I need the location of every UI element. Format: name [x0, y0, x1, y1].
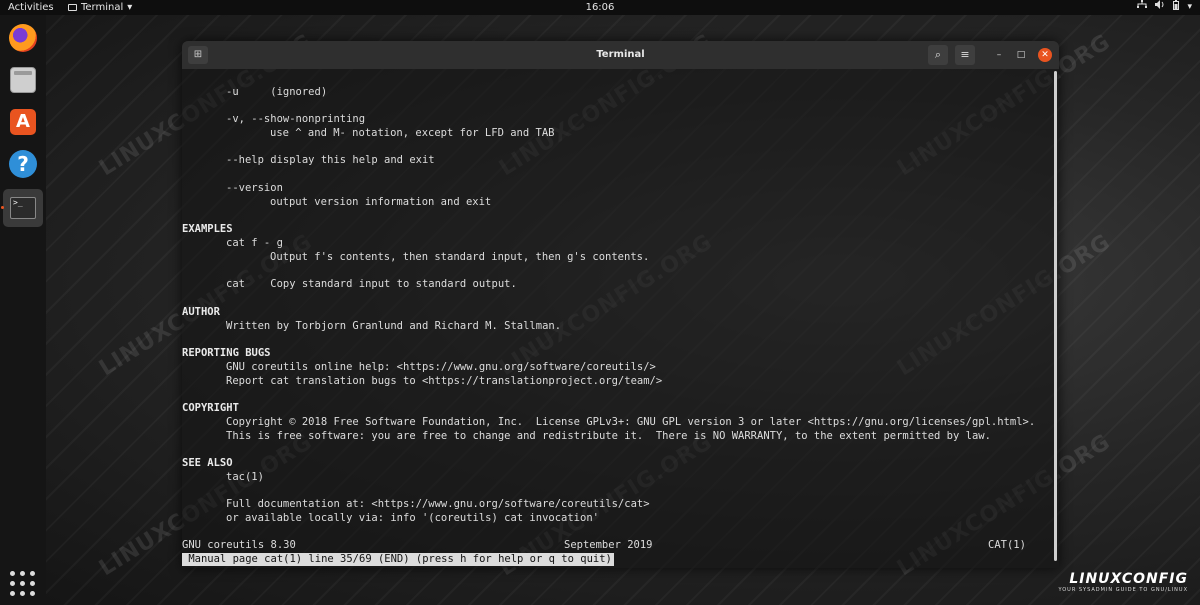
dock-item-help[interactable]: ?: [6, 147, 40, 181]
section-heading: COPYRIGHT: [182, 402, 239, 414]
brand-logo: LINUXCONFIG YOUR SYSADMIN GUIDE TO GNU/L…: [1058, 571, 1188, 593]
man-footer-center: September 2019: [564, 539, 653, 551]
dock-item-software[interactable]: A: [6, 105, 40, 139]
system-tray[interactable]: ▾: [1137, 0, 1192, 15]
network-icon: [1137, 0, 1148, 15]
title-bar[interactable]: ⊞ Terminal ⌕ ≡ – □ ✕: [182, 41, 1059, 69]
dock-item-firefox[interactable]: [6, 21, 40, 55]
output-line: cat f - g: [226, 237, 283, 249]
dock-item-files[interactable]: [6, 63, 40, 97]
output-line: Full documentation at: <https://www.gnu.…: [226, 498, 650, 510]
battery-icon: [1173, 0, 1180, 16]
volume-icon: [1155, 0, 1165, 15]
output-line: Copyright © 2018 Free Software Foundatio…: [226, 416, 1036, 428]
output-line: use ^ and M- notation, except for LFD an…: [270, 127, 555, 139]
output-line: This is free software: you are free to c…: [226, 430, 991, 442]
man-footer-right: CAT(1): [988, 539, 1026, 551]
output-line: GNU coreutils online help: <https://www.…: [226, 361, 656, 373]
search-icon: ⌕: [934, 48, 942, 61]
desktop: LINUXCONFIG.ORG LINUXCONFIG.ORG LINUXCON…: [0, 0, 1200, 605]
pager-status-bar: Manual page cat(1) line 35/69 (END) (pre…: [182, 553, 614, 566]
output-line: -u (ignored): [226, 86, 328, 98]
brand-name: LINUXCONFIG: [1069, 571, 1188, 587]
minimize-button[interactable]: –: [992, 48, 1006, 62]
output-line: --help display this help and exit: [226, 154, 435, 166]
man-footer-left: GNU coreutils 8.30: [182, 539, 296, 551]
software-icon: A: [10, 109, 36, 135]
section-heading: SEE ALSO: [182, 457, 233, 469]
clock[interactable]: 16:06: [0, 0, 1200, 15]
output-line: Written by Torbjorn Granlund and Richard…: [226, 320, 562, 332]
terminal-icon: >_: [10, 197, 36, 219]
maximize-button[interactable]: □: [1014, 48, 1028, 62]
terminal-window[interactable]: ⊞ Terminal ⌕ ≡ – □ ✕ -u (ignored) -v, --…: [182, 41, 1059, 568]
output-line: Report cat translation bugs to <https://…: [226, 375, 663, 387]
dock: A ? >_: [0, 15, 46, 605]
apps-grid-icon[interactable]: [10, 571, 36, 597]
firefox-icon: [9, 24, 37, 52]
section-heading: EXAMPLES: [182, 223, 233, 235]
running-indicator: [1, 206, 4, 209]
top-bar: Activities Terminal ▾ 16:06 ▾: [0, 0, 1200, 15]
output-line: cat Copy standard input to standard outp…: [226, 278, 517, 290]
output-line: tac(1): [226, 471, 264, 483]
close-button[interactable]: ✕: [1038, 48, 1052, 62]
output-line: -v, --show-nonprinting: [226, 113, 366, 125]
scrollbar[interactable]: [1054, 71, 1057, 561]
output-line: Output f's contents, then standard input…: [270, 251, 650, 263]
output-line: or available locally via: info '(coreuti…: [226, 512, 599, 524]
section-heading: AUTHOR: [182, 306, 220, 318]
hamburger-icon: ≡: [960, 48, 970, 61]
menu-button[interactable]: ≡: [955, 45, 975, 65]
chevron-down-icon: ▾: [1187, 2, 1192, 12]
brand-tagline: YOUR SYSADMIN GUIDE TO GNU/LINUX: [1058, 587, 1188, 593]
help-icon: ?: [9, 150, 37, 178]
search-button[interactable]: ⌕: [928, 45, 948, 65]
dock-item-terminal[interactable]: >_: [1, 189, 43, 227]
terminal-output[interactable]: -u (ignored) -v, --show-nonprinting use …: [182, 69, 1052, 568]
output-line: output version information and exit: [270, 196, 492, 208]
output-line: --version: [226, 182, 283, 194]
section-heading: REPORTING BUGS: [182, 347, 271, 359]
files-icon: [10, 67, 36, 93]
